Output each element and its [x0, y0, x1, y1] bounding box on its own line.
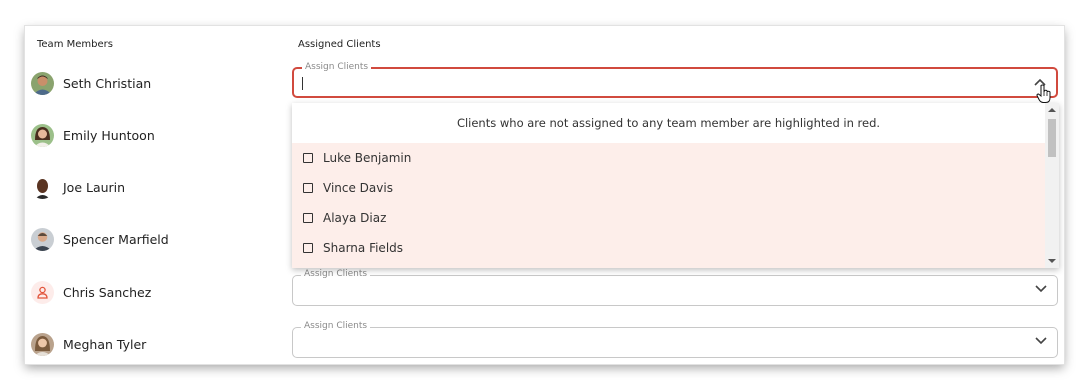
member-name: Meghan Tyler [63, 336, 147, 352]
scrollbar-thumb[interactable] [1048, 119, 1056, 157]
clients-dropdown: Clients who are not assigned to any team… [292, 103, 1059, 268]
client-option-alaya-diaz[interactable]: Alaya Diaz [303, 208, 386, 228]
member-row-joe-laurin: Joe Laurin [31, 174, 125, 200]
chevron-down-icon[interactable] [1035, 337, 1047, 345]
member-name: Spencer Marfield [63, 231, 169, 247]
checkbox[interactable] [303, 183, 313, 193]
client-option-luke-benjamin[interactable]: Luke Benjamin [303, 148, 411, 168]
assign-clients-input[interactable]: Assign Clients [292, 321, 1058, 358]
option-label: Alaya Diaz [323, 211, 387, 225]
team-members-header: Team Members [37, 39, 113, 50]
team-assignment-card: Team Members Assigned Clients Seth Chris… [25, 26, 1064, 364]
client-option-sharna-fields[interactable]: Sharna Fields [303, 238, 403, 258]
field-label: Assign Clients [302, 62, 372, 73]
member-name: Joe Laurin [63, 179, 126, 195]
field-label: Assign Clients [301, 321, 371, 332]
member-row-spencer-marfield: Spencer Marfield [31, 226, 169, 252]
client-option-vince-davis[interactable]: Vince Davis [303, 178, 393, 198]
chevron-down-icon[interactable] [1035, 285, 1047, 293]
avatar [31, 123, 54, 147]
avatar [31, 71, 54, 95]
hand-cursor-icon [1036, 84, 1051, 103]
text-caret [302, 77, 303, 90]
person-outline-icon [31, 280, 54, 304]
checkbox[interactable] [303, 153, 313, 163]
option-label: Vince Davis [323, 181, 393, 195]
dropdown-scrollbar[interactable] [1045, 103, 1059, 268]
field-label: Assign Clients [301, 269, 371, 280]
avatar [31, 332, 54, 356]
member-row-chris-sanchez: Chris Sanchez [31, 279, 151, 305]
scroll-down-arrow-icon[interactable] [1048, 258, 1056, 264]
assign-clients-input[interactable]: Assign Clients [292, 269, 1058, 306]
unassigned-note: Clients who are not assigned to any team… [292, 103, 1045, 143]
option-label: Luke Benjamin [323, 151, 412, 165]
member-name: Seth Christian [63, 75, 152, 91]
checkbox[interactable] [303, 213, 313, 223]
scroll-up-arrow-icon[interactable] [1048, 107, 1056, 113]
member-row-emily-huntoon: Emily Huntoon [31, 122, 155, 148]
option-label: Sharna Fields [323, 241, 404, 255]
assign-clients-input-active[interactable]: Assign Clients [292, 62, 1058, 98]
avatar [31, 175, 54, 199]
member-name: Emily Huntoon [63, 127, 155, 143]
member-row-seth-christian: Seth Christian [31, 70, 151, 96]
checkbox[interactable] [303, 243, 313, 253]
avatar [31, 227, 54, 251]
assigned-clients-header: Assigned Clients [298, 39, 381, 50]
member-name: Chris Sanchez [63, 284, 152, 300]
clients-options-list: Luke Benjamin Vince Davis Alaya Diaz Sha… [292, 143, 1045, 268]
member-row-meghan-tyler: Meghan Tyler [31, 331, 146, 357]
